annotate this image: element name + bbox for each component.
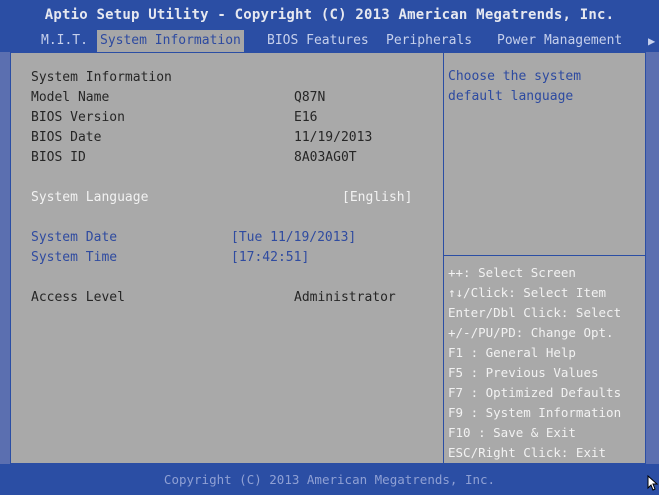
app-title: Aptio Setup Utility - Copyright (C) 2013… (0, 0, 659, 30)
footer-copyright: Copyright (C) 2013 American Megatrends, … (0, 464, 659, 495)
key-previous-values: F5 : Previous Values (448, 365, 599, 380)
help-panel: Choose the system default language ++: S… (443, 53, 646, 463)
key-select-item: ↑↓/Click: Select Item (448, 285, 607, 300)
tab-power-management[interactable]: Power Management (494, 30, 625, 52)
bios-id-value: 8A03AG0T (294, 150, 357, 165)
key-select: Enter/Dbl Click: Select (448, 305, 622, 320)
access-level-value: Administrator (294, 290, 396, 305)
key-exit: ESC/Right Click: Exit (448, 445, 607, 460)
key-select-screen: ++: Select Screen (448, 265, 576, 280)
system-time-value[interactable]: [17:42:51] (231, 249, 309, 267)
key-save-exit: F10 : Save & Exit (448, 425, 576, 440)
model-name-value: Q87N (294, 90, 326, 105)
access-level-label: Access Level (31, 290, 125, 305)
help-divider (444, 255, 646, 256)
key-legend: ++: Select Screen ↑↓/Click: Select Item … (448, 263, 621, 463)
setup-frame: System Information Model Name Q87N BIOS … (10, 52, 646, 464)
system-language-value[interactable]: [English] (342, 189, 412, 207)
tab-mit[interactable]: M.I.T. (38, 30, 91, 52)
key-general-help: F1 : General Help (448, 345, 576, 360)
section-heading: System Information (31, 70, 172, 85)
bios-version-value: E16 (294, 110, 318, 125)
help-line-1: Choose the system (448, 69, 582, 84)
system-date-value[interactable]: [Tue 11/19/2013] (231, 229, 356, 247)
bios-date-value: 11/19/2013 (294, 130, 373, 145)
settings-panel: System Information Model Name Q87N BIOS … (11, 53, 443, 463)
system-date-label[interactable]: System Date (31, 229, 117, 247)
tab-bios-features[interactable]: BIOS Features (264, 30, 372, 52)
bios-date-label: BIOS Date (31, 130, 102, 145)
key-system-information: F9 : System Information (448, 405, 622, 420)
system-language-label[interactable]: System Language (31, 189, 148, 207)
bios-id-label: BIOS ID (31, 150, 86, 165)
help-line-2: default language (448, 89, 574, 104)
system-time-label[interactable]: System Time (31, 249, 117, 267)
model-name-label: Model Name (31, 90, 110, 105)
key-optimized-defaults: F7 : Optimized Defaults (448, 385, 622, 400)
mouse-pointer-icon (647, 475, 659, 491)
bios-version-label: BIOS Version (31, 110, 125, 125)
tab-peripherals[interactable]: Peripherals (383, 30, 475, 52)
key-change-opt: +/-/PU/PD: Change Opt. (448, 325, 614, 340)
right-arrow-icon[interactable]: ▶ (648, 30, 655, 52)
tab-system-information[interactable]: System Information (97, 30, 244, 52)
tab-bar: M.I.T. System Information BIOS Features … (0, 30, 659, 52)
